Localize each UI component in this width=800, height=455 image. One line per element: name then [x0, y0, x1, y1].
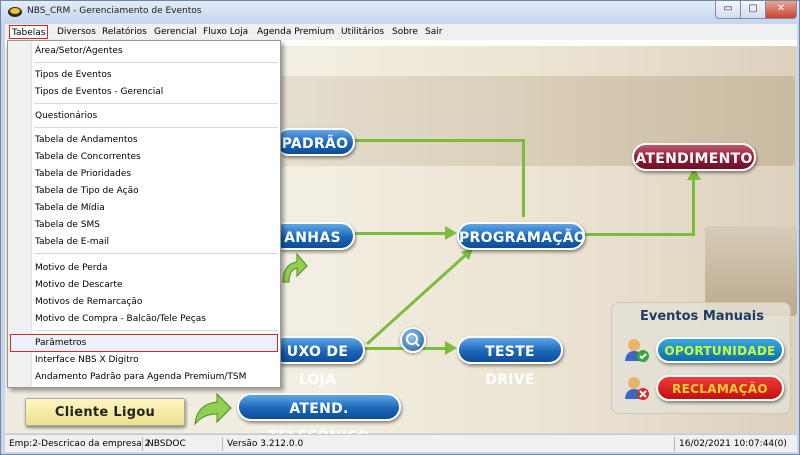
menu-sair[interactable]: Sair: [423, 25, 444, 39]
menu-item-area-setor-agentes[interactable]: Área/Setor/Agentes: [35, 43, 123, 59]
menu-item-tipos-de-eventos-gerencial[interactable]: Tipos de Eventos - Gerencial: [35, 84, 163, 100]
menu-diversos[interactable]: Diversos: [55, 25, 98, 39]
cliente-ligou-label: Cliente Ligou: [25, 398, 185, 426]
arrow-programacao-atendimento: [585, 233, 695, 236]
eventos-manuais-title: Eventos Manuais: [639, 309, 765, 324]
maximize-icon: ▢: [748, 3, 758, 14]
oportunidade-button[interactable]: OPORTUNIDADE: [656, 337, 784, 363]
menu-item-tabela-tipo-acao[interactable]: Tabela de Tipo de Ação: [35, 183, 139, 199]
atendimento-button[interactable]: ATENDIMENTO: [632, 143, 756, 171]
menu-bar: Tabelas Diversos Relatórios Gerencial Fl…: [5, 24, 797, 40]
eventos-manuais-panel: Eventos Manuais OPORTUNIDADE RECLAMAÇÃO: [611, 302, 791, 414]
menu-item-tabela-concorrentes[interactable]: Tabela de Concorrentes: [35, 149, 141, 165]
arrow-vertical-atendimento: [692, 176, 695, 236]
menu-item-motivos-remarcacao[interactable]: Motivos de Remarcação: [35, 294, 142, 310]
arrow-vertical-programacao: [522, 139, 525, 217]
arrow-campanhas-programacao: [355, 232, 451, 235]
menu-relatorios[interactable]: Relatórios: [100, 25, 149, 39]
programacao-button[interactable]: PROGRAMAÇÃO: [457, 222, 586, 250]
arrow-padrao-programacao: [353, 139, 525, 142]
menu-separator: [34, 253, 278, 254]
minimize-button[interactable]: ▭: [715, 1, 741, 19]
tabelas-dropdown-menu: Área/Setor/Agentes Tipos de Eventos Tipo…: [7, 40, 281, 388]
curved-arrow-up-icon: [282, 252, 308, 283]
teste-drive-button[interactable]: TESTE DRIVE: [457, 336, 563, 388]
menu-item-motivo-compra[interactable]: Motivo de Compra - Balcão/Tele Peças: [35, 311, 206, 327]
menu-item-parametros[interactable]: Parâmetros: [35, 335, 86, 351]
user-check-icon: [625, 339, 649, 362]
menu-item-questionarios[interactable]: Questionários: [35, 108, 97, 124]
window-title: NBS_CRM - Gerenciamento de Eventos: [27, 6, 202, 16]
arrow-head-right-icon: [445, 226, 457, 240]
app-logo-icon: [8, 7, 22, 17]
fluxo-loja-button[interactable]: UXO DE LOJA: [270, 336, 365, 388]
status-empresa: Emp:2-Descricao da empresa 2: [9, 437, 151, 451]
menu-item-andamento-padrao[interactable]: Andamento Padrão para Agenda Premium/TSM: [35, 369, 246, 385]
padrao-button[interactable]: PADRÃO: [275, 128, 355, 156]
status-datetime: 16/02/2021 10:07:44(0): [679, 439, 787, 449]
curved-arrow-right-icon: [194, 392, 232, 426]
menu-utilitarios[interactable]: Utilitários: [339, 25, 386, 39]
menu-item-tipos-de-eventos[interactable]: Tipos de Eventos: [35, 67, 112, 83]
user-remove-icon: [625, 377, 649, 400]
menu-fluxo-loja[interactable]: Fluxo Loja: [201, 25, 250, 39]
atend-telefonico-button[interactable]: ATEND. TELEFÔNICO: [237, 393, 401, 445]
app-window: NBS_CRM - Gerenciamento de Eventos ▭ ▢ ✕…: [0, 0, 800, 455]
menu-item-tabela-email[interactable]: Tabela de E-mail: [35, 234, 109, 250]
maximize-button[interactable]: ▢: [740, 1, 766, 19]
menu-item-motivo-perda[interactable]: Motivo de Perda: [35, 260, 108, 276]
menu-separator: [34, 103, 278, 104]
menu-agenda-premium[interactable]: Agenda Premium: [255, 25, 336, 39]
menu-item-tabela-midia[interactable]: Tabela de Mídia: [35, 200, 105, 216]
status-user: NBSDOC: [145, 437, 223, 451]
menu-item-tabela-prioridades[interactable]: Tabela de Prioridades: [35, 166, 131, 182]
title-bar: NBS_CRM - Gerenciamento de Eventos ▭ ▢ ✕: [1, 1, 799, 23]
minimize-icon: ▭: [723, 3, 733, 14]
close-button[interactable]: ✕: [765, 1, 797, 19]
menu-item-interface-digitro[interactable]: Interface NBS X Digitro: [35, 352, 139, 368]
menu-item-tabela-andamentos[interactable]: Tabela de Andamentos: [35, 132, 138, 148]
menu-item-tabela-sms[interactable]: Tabela de SMS: [35, 217, 100, 233]
menu-separator: [34, 62, 278, 63]
menu-tabelas[interactable]: Tabelas: [9, 25, 49, 39]
menu-separator: [34, 127, 278, 128]
menu-gerencial[interactable]: Gerencial: [152, 25, 199, 39]
menu-sobre[interactable]: Sobre: [390, 25, 420, 39]
status-versao: Versão 3.212.0.0: [225, 437, 675, 451]
status-bar: Emp:2-Descricao da empresa 2 NBSDOC Vers…: [5, 434, 797, 452]
menu-item-motivo-descarte[interactable]: Motivo de Descarte: [35, 277, 123, 293]
search-icon[interactable]: [400, 327, 426, 353]
close-icon: ✕: [776, 3, 786, 14]
campanhas-button[interactable]: ANHAS: [270, 222, 355, 250]
reclamacao-button[interactable]: RECLAMAÇÃO: [656, 375, 784, 401]
menu-separator: [34, 330, 278, 331]
